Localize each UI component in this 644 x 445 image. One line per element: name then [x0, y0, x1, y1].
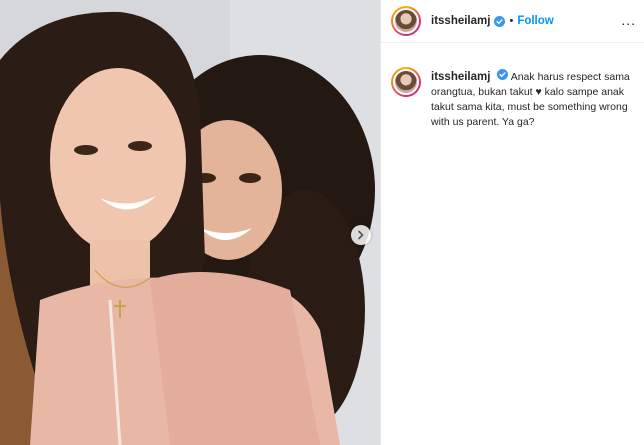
separator-dot: •	[509, 15, 514, 27]
caption-username[interactable]: itssheilamj	[431, 71, 490, 83]
caption-comment: itssheilamj Anak harus respect sama oran…	[381, 43, 644, 130]
header-username[interactable]: itssheilamj	[431, 15, 490, 27]
verified-badge-icon	[494, 15, 506, 27]
more-options-icon[interactable]: ...	[621, 12, 636, 28]
post-header: itssheilamj • Follow ...	[381, 0, 644, 43]
caption-avatar-image	[393, 69, 419, 95]
avatar[interactable]	[391, 6, 421, 36]
caption-avatar[interactable]	[391, 67, 421, 97]
follow-button[interactable]: Follow	[517, 15, 553, 27]
caption-verified-badge-icon	[497, 69, 509, 80]
next-photo-button[interactable]	[351, 225, 371, 245]
post-details-panel: itssheilamj • Follow ... itssheilamj Ana…	[380, 0, 644, 445]
caption-body: itssheilamj Anak harus respect sama oran…	[431, 69, 631, 130]
chevron-right-icon	[358, 230, 364, 240]
avatar-image	[393, 8, 419, 34]
post-photo[interactable]	[0, 0, 380, 445]
photo-illustration	[0, 0, 380, 445]
instagram-post: itssheilamj • Follow ... itssheilamj Ana…	[0, 0, 644, 445]
